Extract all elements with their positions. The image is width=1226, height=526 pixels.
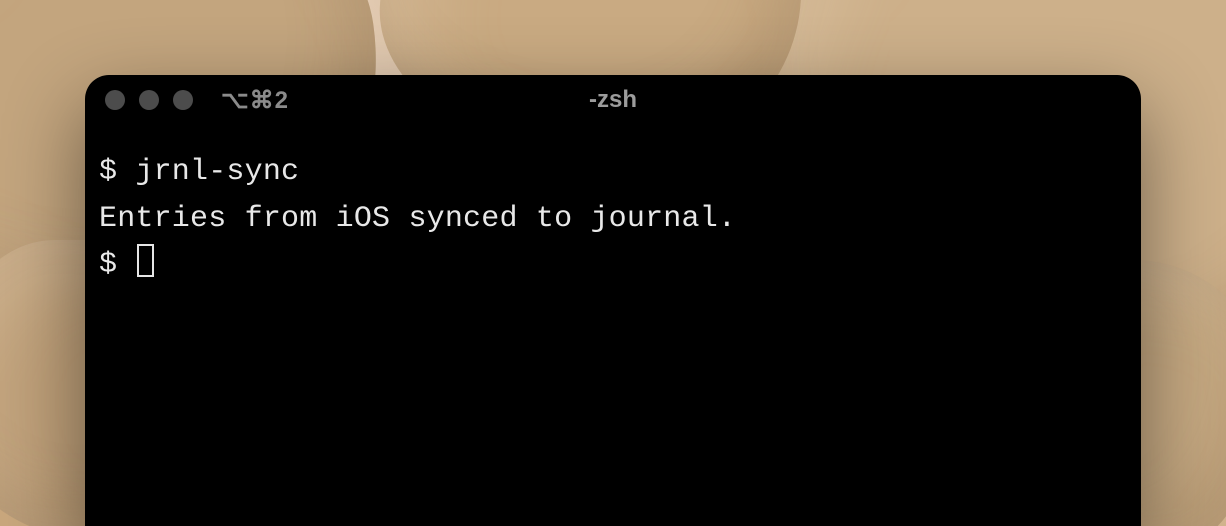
command-text: jrnl-sync [135, 155, 299, 189]
terminal-window[interactable]: ⌥⌘2 -zsh $ jrnl-sync Entries from iOS syn… [85, 75, 1141, 526]
prompt-symbol: $ [99, 248, 117, 282]
output-text: Entries from iOS synced to journal. [99, 202, 736, 236]
window-controls [105, 90, 193, 110]
tab-indicator: ⌥⌘2 [221, 86, 289, 115]
terminal-line: $ jrnl-sync [99, 149, 1127, 196]
terminal-content[interactable]: $ jrnl-sync Entries from iOS synced to jo… [85, 125, 1141, 526]
desktop-background: ⌥⌘2 -zsh $ jrnl-sync Entries from iOS syn… [0, 0, 1226, 526]
terminal-line: Entries from iOS synced to journal. [99, 196, 1127, 243]
zoom-button[interactable] [173, 90, 193, 110]
prompt-symbol: $ [99, 155, 117, 189]
close-button[interactable] [105, 90, 125, 110]
terminal-line: $ [99, 242, 1127, 289]
cursor-icon [137, 244, 154, 277]
minimize-button[interactable] [139, 90, 159, 110]
window-titlebar[interactable]: ⌥⌘2 -zsh [85, 75, 1141, 125]
